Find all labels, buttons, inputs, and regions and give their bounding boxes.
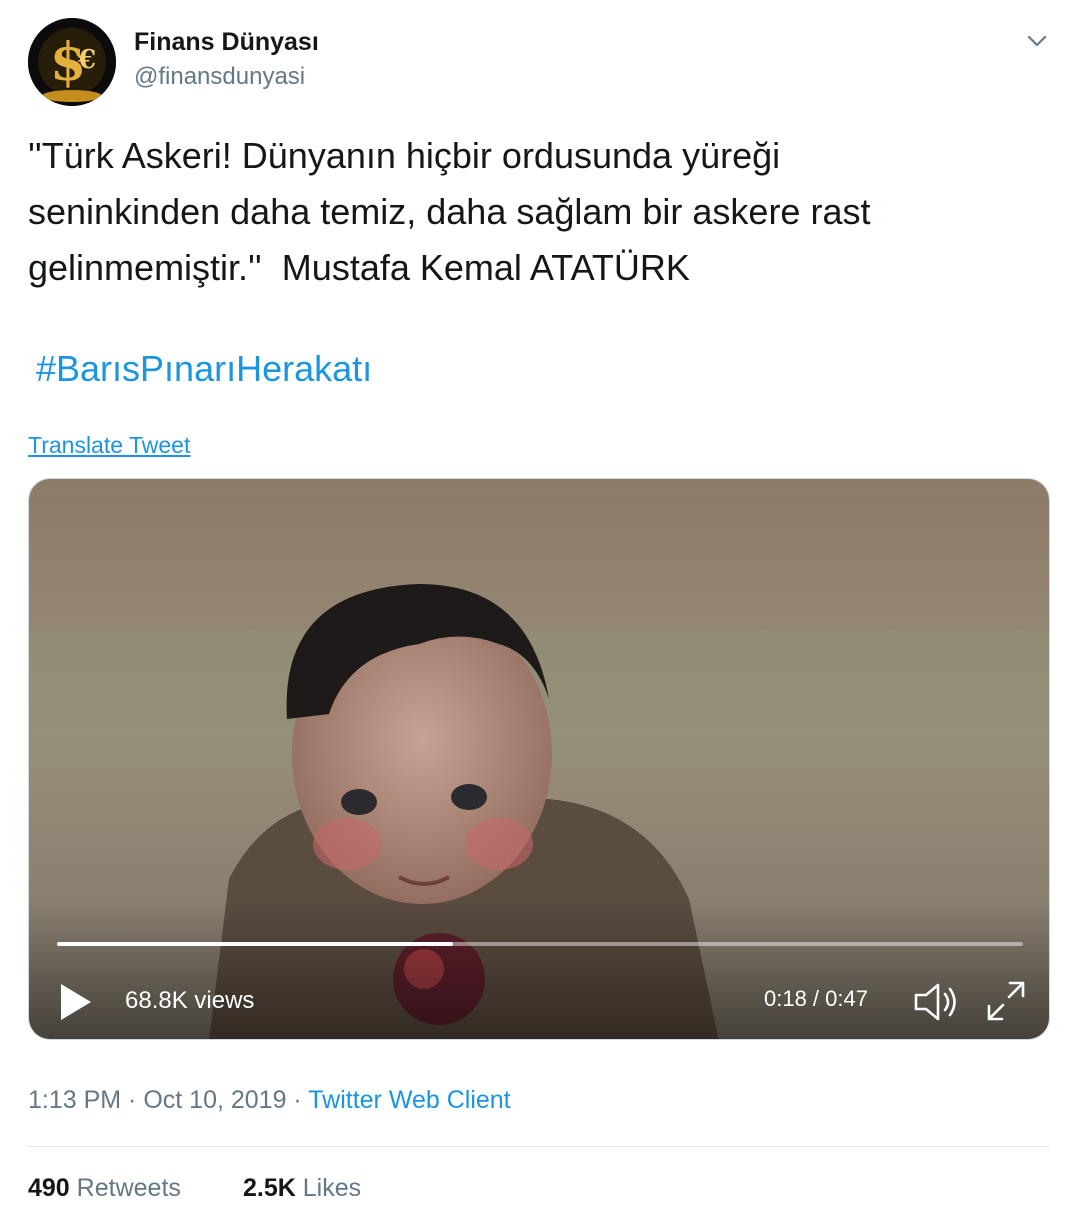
tweet-meta: 1:13 PM · Oct 10, 2019 · Twitter Web Cli… bbox=[28, 1086, 511, 1115]
retweets-count: 490 bbox=[28, 1174, 70, 1202]
tweet-text-line: ''Türk Askeri! Dünyanın hiçbir ordusunda… bbox=[28, 135, 781, 176]
author-name[interactable]: Finans Dünyası bbox=[134, 28, 319, 57]
meta-separator: · bbox=[286, 1086, 309, 1114]
tweet-text-line: gelinmemiştir.'' Mustafa Kemal ATATÜRK bbox=[28, 247, 690, 288]
video-player[interactable]: 68.8K views 0:18 / 0:47 bbox=[28, 478, 1050, 1040]
video-views: 68.8K views bbox=[125, 987, 255, 1014]
video-frame bbox=[29, 479, 1049, 1039]
avatar-logo-icon: $ € bbox=[28, 18, 116, 106]
hashtag-link[interactable]: #BarısPınarıHerakatı bbox=[36, 344, 372, 394]
volume-icon[interactable] bbox=[911, 979, 961, 1025]
likes-count: 2.5K bbox=[243, 1174, 296, 1202]
retweets-label: Retweets bbox=[76, 1174, 181, 1202]
chevron-down-icon[interactable] bbox=[1022, 26, 1052, 56]
translate-tweet-link[interactable]: Translate Tweet bbox=[28, 432, 190, 459]
svg-text:€: € bbox=[77, 45, 96, 75]
retweets-stat[interactable]: 490 Retweets bbox=[28, 1174, 181, 1203]
author-handle[interactable]: @finansdunyasi bbox=[134, 63, 305, 91]
tweet-time[interactable]: 1:13 PM bbox=[28, 1086, 121, 1114]
video-progress-fill bbox=[57, 942, 454, 946]
video-progress-bar[interactable] bbox=[57, 942, 1023, 946]
likes-label: Likes bbox=[302, 1174, 362, 1202]
meta-separator: · bbox=[121, 1086, 144, 1114]
fullscreen-icon[interactable] bbox=[985, 979, 1027, 1023]
likes-stat[interactable]: 2.5K Likes bbox=[243, 1174, 361, 1203]
tweet-text-line: seninkinden daha temiz, daha sağlam bir … bbox=[28, 191, 871, 232]
divider bbox=[28, 1146, 1050, 1147]
play-icon[interactable] bbox=[57, 981, 95, 1023]
tweet-client-link[interactable]: Twitter Web Client bbox=[308, 1086, 510, 1114]
video-time: 0:18 / 0:47 bbox=[764, 986, 868, 1011]
tweet-text: ''Türk Askeri! Dünyanın hiçbir ordusunda… bbox=[28, 128, 1038, 296]
tweet-date[interactable]: Oct 10, 2019 bbox=[143, 1086, 286, 1114]
avatar[interactable]: $ € bbox=[28, 18, 116, 106]
